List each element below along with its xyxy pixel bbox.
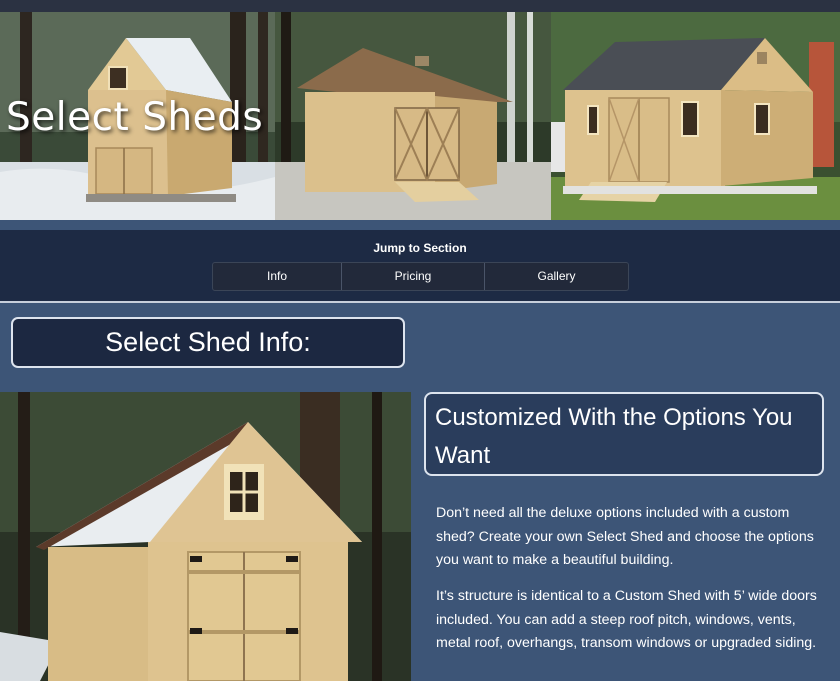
jump-to-section-bar: Jump to Section Info Pricing Gallery — [0, 230, 840, 303]
section-heading-info: Select Shed Info: — [11, 317, 405, 368]
jump-nav: Info Pricing Gallery — [212, 262, 629, 291]
hero-banner: Select Sheds — [0, 12, 840, 220]
jump-button-info[interactable]: Info — [213, 263, 341, 290]
hero-photo-ramp-shed — [275, 12, 551, 220]
jump-button-pricing[interactable]: Pricing — [341, 263, 484, 290]
jump-button-gallery[interactable]: Gallery — [484, 263, 628, 290]
feature-heading: Customized With the Options You Want — [424, 392, 824, 476]
info-paragraph-1: Don’t need all the deluxe options includ… — [436, 505, 814, 568]
jump-label: Jump to Section — [373, 241, 467, 255]
hero-photo-wide-shed — [551, 12, 840, 220]
top-bar — [0, 0, 840, 12]
page-title: Select Sheds — [6, 95, 264, 140]
info-paragraph-2: It’s structure is identical to a Custom … — [436, 588, 817, 651]
shed-photo-main — [0, 392, 411, 681]
